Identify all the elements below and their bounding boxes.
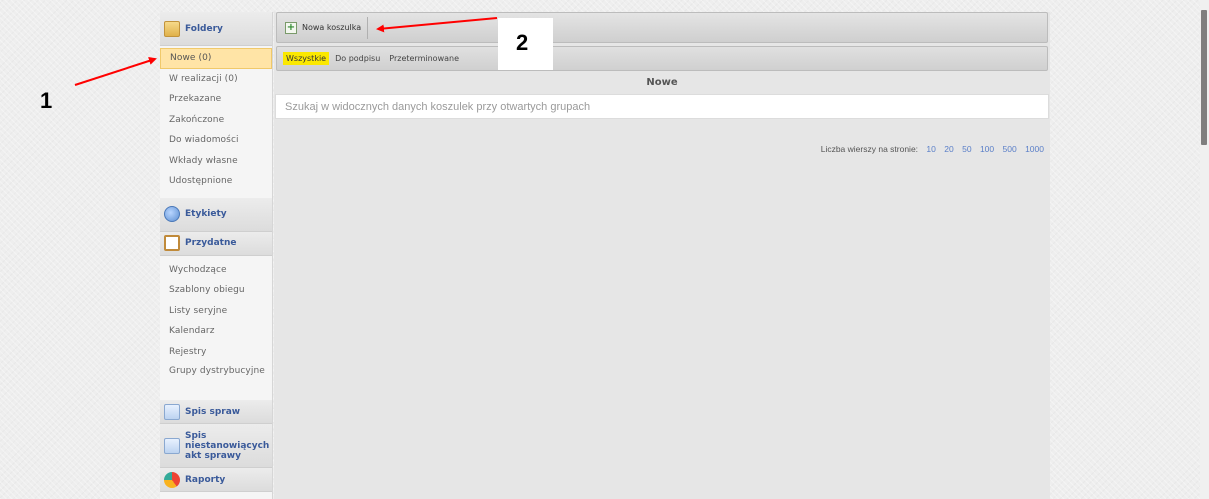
document-icon (164, 403, 180, 420)
sidebar-item-kalendarz[interactable]: Kalendarz (160, 321, 272, 342)
filter-all[interactable]: Wszystkie (283, 52, 330, 65)
scrollbar-thumb[interactable] (1201, 10, 1207, 145)
chart-icon (164, 471, 180, 488)
add-document-icon: + (285, 21, 297, 34)
sidebar-item-szablony-obiegu[interactable]: Szablony obiegu (160, 280, 272, 301)
rows-option-20[interactable]: 20 (944, 144, 953, 154)
new-basket-button[interactable]: + Nowa koszulka (281, 16, 369, 39)
sidebar-item-udostepnione[interactable]: Udostępnione (160, 171, 272, 192)
page-scrollbar[interactable] (1200, 0, 1209, 499)
sidebar-item-wychodzace[interactable]: Wychodzące (160, 260, 272, 281)
folders-list: Nowe (0) W realizacji (0) Przekazane Zak… (160, 46, 272, 198)
sidebar: Foldery Nowe (0) W realizacji (0) Przeka… (160, 12, 273, 499)
useful-header[interactable]: Przydatne (160, 231, 272, 256)
labels-header-label: Etykiety (185, 209, 227, 219)
filter-to-sign[interactable]: Do podpisu (332, 52, 383, 65)
toolbar: + Nowa koszulka (276, 12, 1048, 43)
useful-list: Wychodzące Szablony obiegu Listy seryjne… (160, 256, 272, 401)
rows-per-page-label: Liczba wierszy na stronie: (820, 144, 919, 154)
labels-header[interactable]: Etykiety (160, 197, 272, 232)
clipboard-icon (164, 235, 180, 251)
useful-header-label: Przydatne (185, 238, 237, 248)
reports-header-label: Raporty (185, 474, 226, 485)
sidebar-item-w-realizacji[interactable]: W realizacji (0) (160, 69, 272, 90)
rows-per-page: Liczba wierszy na stronie: 10 20 50 100 … (821, 144, 1044, 154)
sidebar-item-zakonczone[interactable]: Zakończone (160, 110, 272, 131)
cases-header-label: Spis spraw (185, 406, 241, 417)
sidebar-item-do-wiadomosci[interactable]: Do wiadomości (160, 130, 272, 151)
rows-option-50[interactable]: 50 (962, 144, 971, 154)
sidebar-item-nowe[interactable]: Nowe (0) (160, 48, 272, 69)
sidebar-item-grupy-dystrybucyjne[interactable]: Grupy dystrybucyjne (160, 362, 272, 394)
tag-icon (164, 206, 180, 222)
noncase-header-label: Spis niestanowiących akt sprawy (185, 430, 270, 461)
section-title: Nowe (646, 77, 678, 88)
noncase-header[interactable]: Spis niestanowiących akt sprawy (160, 424, 272, 468)
rows-option-100[interactable]: 100 (980, 144, 994, 154)
filter-bar: Wszystkie Do podpisu Przeterminowane (276, 46, 1048, 71)
main-panel: + Nowa koszulka Wszystkie Do podpisu Prz… (274, 12, 1050, 499)
sidebar-item-wklady-wlasne[interactable]: Wkłady własne (160, 151, 272, 172)
sidebar-item-przekazane[interactable]: Przekazane (160, 89, 272, 110)
callout-arrow-1 (74, 57, 157, 86)
cases-header[interactable]: Spis spraw (160, 400, 272, 424)
filter-overdue[interactable]: Przeterminowane (386, 52, 462, 65)
folders-header[interactable]: Foldery (160, 12, 272, 46)
sidebar-item-listy-seryjne[interactable]: Listy seryjne (160, 301, 272, 322)
rows-option-10[interactable]: 10 (926, 144, 935, 154)
new-basket-label: Nowa koszulka (302, 23, 362, 32)
document-icon (164, 437, 180, 454)
sidebar-item-rejestry[interactable]: Rejestry (160, 342, 272, 363)
rows-option-500[interactable]: 500 (1003, 144, 1017, 154)
callout-number-1: 1 (40, 88, 53, 113)
folders-header-label: Foldery (185, 23, 223, 34)
callout-number-2: 2 (516, 30, 529, 55)
rows-option-1000[interactable]: 1000 (1025, 144, 1044, 154)
reports-header[interactable]: Raporty (160, 468, 272, 492)
folder-icon (164, 20, 180, 37)
search-input[interactable] (275, 94, 1049, 119)
